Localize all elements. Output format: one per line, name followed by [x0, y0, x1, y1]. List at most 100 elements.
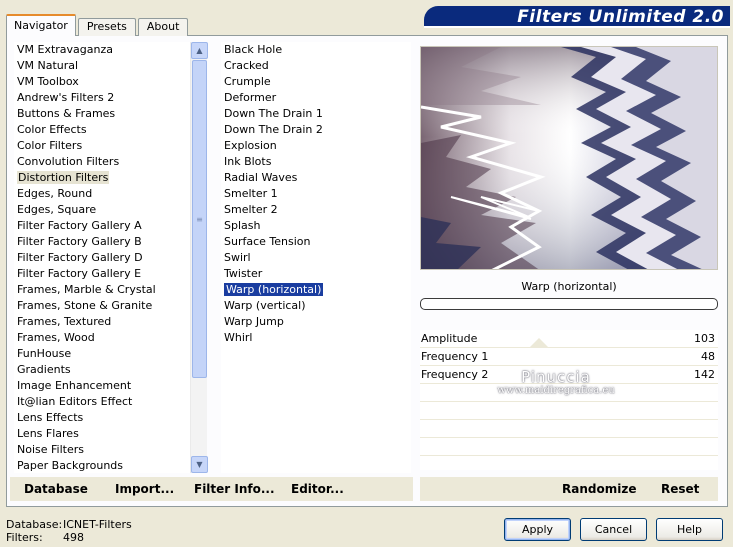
filter-item[interactable]: Warp (vertical) [221, 298, 411, 314]
tab-presets[interactable]: Presets [77, 18, 136, 36]
editor-button[interactable]: Editor... [291, 477, 344, 501]
filter-item[interactable]: Whirl [221, 330, 411, 346]
category-item[interactable]: Edges, Square [14, 202, 190, 218]
filter-item[interactable]: Explosion [221, 138, 411, 154]
category-item-label: VM Toolbox [17, 75, 79, 88]
filter-item[interactable]: Down The Drain 1 [221, 106, 411, 122]
category-item[interactable]: Color Effects [14, 122, 190, 138]
filter-item[interactable]: Radial Waves [221, 170, 411, 186]
category-item[interactable]: FunHouse [14, 346, 190, 362]
cancel-button[interactable]: Cancel [580, 518, 647, 541]
category-item-label: Convolution Filters [17, 155, 120, 168]
filter-item[interactable]: Warp (horizontal) [221, 282, 411, 298]
category-item[interactable]: Paper Backgrounds [14, 458, 190, 473]
chevron-up-icon: ▲ [196, 46, 203, 55]
filter-item-label: Down The Drain 1 [224, 107, 323, 120]
chevron-down-icon: ▼ [196, 460, 203, 469]
apply-button[interactable]: Apply [504, 518, 571, 541]
category-item-label: Edges, Round [17, 187, 93, 200]
category-item[interactable]: Lens Effects [14, 410, 190, 426]
category-item[interactable]: Andrew's Filters 2 [14, 90, 190, 106]
category-item-label: Buttons & Frames [17, 107, 116, 120]
help-button[interactable]: Help [656, 518, 723, 541]
filter-item-label: Down The Drain 2 [224, 123, 323, 136]
import-button[interactable]: Import... [115, 477, 174, 501]
filter-item[interactable]: Down The Drain 2 [221, 122, 411, 138]
tab-about[interactable]: About [137, 18, 189, 36]
filter-item-label: Radial Waves [224, 171, 298, 184]
category-item[interactable]: Edges, Round [14, 186, 190, 202]
parameter-row-empty [420, 420, 718, 438]
category-item[interactable]: VM Extravaganza [14, 42, 190, 58]
category-item-label: Frames, Marble & Crystal [17, 283, 156, 296]
filter-item[interactable]: Crumple [221, 74, 411, 90]
category-item[interactable]: Distortion Filters [14, 170, 190, 186]
filter-item-label: Warp Jump [224, 315, 284, 328]
filter-item[interactable]: Warp Jump [221, 314, 411, 330]
category-item-label: Paper Backgrounds [17, 459, 124, 472]
category-item-label: Filter Factory Gallery B [17, 235, 142, 248]
category-item[interactable]: VM Toolbox [14, 74, 190, 90]
category-list[interactable]: VM Extravaganza VM Natural VM Toolbox Andre… [14, 42, 190, 473]
parameter-value[interactable]: 103 [694, 330, 715, 348]
category-item[interactable]: Filter Factory Gallery D [14, 250, 190, 266]
filter-item[interactable]: Surface Tension [221, 234, 411, 250]
reset-button[interactable]: Reset [661, 477, 699, 501]
parameter-list[interactable]: Amplitude 103 Frequency 1 48 Frequency 2 142 [420, 330, 718, 470]
parameter-row[interactable]: Frequency 1 48 [420, 348, 718, 366]
filter-item-label: Swirl [224, 251, 251, 264]
grip-icon: ≡ [196, 214, 203, 224]
filter-item[interactable]: Splash [221, 218, 411, 234]
parameter-label: Amplitude [421, 332, 478, 345]
filter-item[interactable]: Smelter 1 [221, 186, 411, 202]
category-item[interactable]: Buttons & Frames [14, 106, 190, 122]
filter-item-label: Smelter 1 [224, 187, 278, 200]
filter-item[interactable]: Cracked [221, 58, 411, 74]
category-item[interactable]: Lens Flares [14, 426, 190, 442]
filter-item[interactable]: Black Hole [221, 42, 411, 58]
category-item[interactable]: Filter Factory Gallery B [14, 234, 190, 250]
parameter-value[interactable]: 48 [701, 348, 715, 366]
category-item[interactable]: Frames, Textured [14, 314, 190, 330]
filter-item-label: Twister [224, 267, 263, 280]
category-item-label: Gradients [17, 363, 71, 376]
category-item[interactable]: Noise Filters [14, 442, 190, 458]
filter-item[interactable]: Ink Blots [221, 154, 411, 170]
category-item-label: It@lian Editors Effect [17, 395, 133, 408]
scroll-up-button[interactable]: ▲ [191, 42, 208, 59]
category-scrollbar[interactable]: ▲ ≡ ▼ [190, 42, 208, 473]
category-item[interactable]: It@lian Editors Effect [14, 394, 190, 410]
filter-item[interactable]: Smelter 2 [221, 202, 411, 218]
category-item-label: Lens Flares [17, 427, 79, 440]
category-item-label: VM Extravaganza [17, 43, 114, 56]
parameter-row-empty [420, 402, 718, 420]
category-item[interactable]: Frames, Marble & Crystal [14, 282, 190, 298]
filter-item[interactable]: Swirl [221, 250, 411, 266]
tab-navigator[interactable]: Navigator [6, 14, 76, 36]
category-item-label: Edges, Square [17, 203, 97, 216]
category-item[interactable]: VM Natural [14, 58, 190, 74]
parameter-value[interactable]: 142 [694, 366, 715, 384]
category-item-label: VM Natural [17, 59, 79, 72]
parameter-row[interactable]: Amplitude 103 [420, 330, 718, 348]
filter-item-label: Deformer [224, 91, 277, 104]
randomize-button[interactable]: Randomize [562, 477, 636, 501]
filter-item-label: Ink Blots [224, 155, 272, 168]
category-item[interactable]: Filter Factory Gallery A [14, 218, 190, 234]
category-item[interactable]: Frames, Stone & Granite [14, 298, 190, 314]
status-filters-value: 498 [63, 531, 84, 544]
filter-item[interactable]: Twister [221, 266, 411, 282]
category-item[interactable]: Frames, Wood [14, 330, 190, 346]
category-item[interactable]: Gradients [14, 362, 190, 378]
filter-info-button[interactable]: Filter Info... [194, 477, 275, 501]
category-item[interactable]: Convolution Filters [14, 154, 190, 170]
category-item[interactable]: Image Enhancement [14, 378, 190, 394]
filter-item[interactable]: Deformer [221, 90, 411, 106]
scroll-down-button[interactable]: ▼ [191, 456, 208, 473]
scroll-thumb[interactable]: ≡ [192, 60, 207, 378]
category-item[interactable]: Color Filters [14, 138, 190, 154]
database-button[interactable]: Database [24, 477, 88, 501]
filter-preview [420, 46, 718, 270]
filter-list[interactable]: Black Hole Cracked Crumple Deformer Down The… [221, 42, 411, 473]
category-item[interactable]: Filter Factory Gallery E [14, 266, 190, 282]
